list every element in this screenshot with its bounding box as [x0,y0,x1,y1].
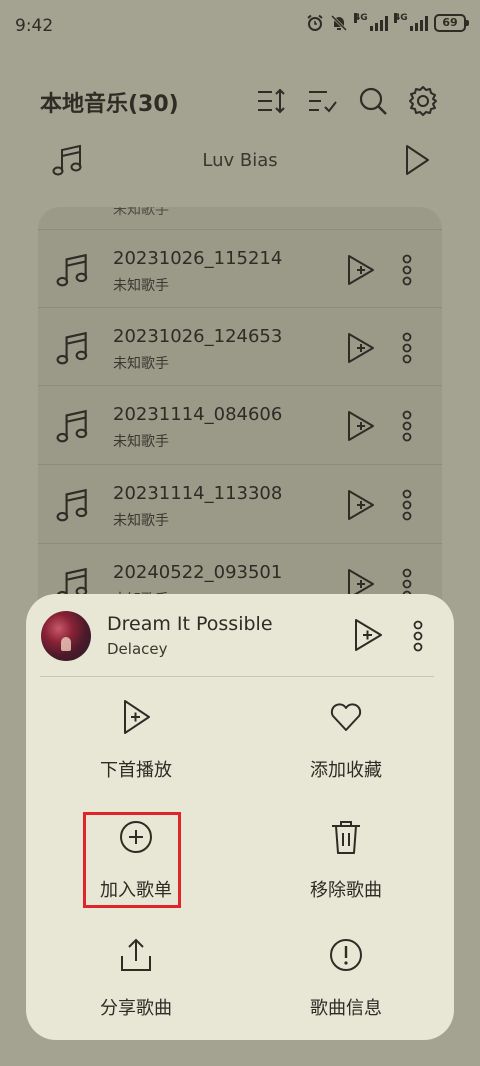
signal-1-icon: 4G [354,13,388,31]
favorite-button[interactable]: 添加收藏 [256,698,436,798]
more-icon[interactable] [400,330,414,366]
more-icon[interactable] [411,618,425,654]
song-name: 20231114_113308 [113,483,283,504]
heart-icon [330,703,362,731]
list-item[interactable]: 20231114_113308 未知歌手 [38,464,442,542]
song-artist: 未知歌手 [113,278,169,294]
info-icon [330,939,362,971]
signal-2-icon: 4G [394,13,428,31]
header: 本地音乐(30) [0,78,480,124]
battery-icon: 69 [434,14,469,32]
album-cover [41,611,91,661]
song-artist: 未知歌手 [113,356,169,372]
song-list: 未知歌手 20231026_115214 未知歌手 20231026_12465… [38,207,442,627]
sheet-song-name: Dream It Possible [107,613,273,635]
music-note-icon [56,253,88,287]
trash-icon [332,821,360,854]
status-time: 9:42 [15,16,54,36]
list-item-partial-artist: 未知歌手 [113,207,169,218]
network-type-1: 4G [354,13,368,23]
song-artist: 未知歌手 [113,513,169,529]
play-next-button[interactable]: 下首播放 [46,698,226,798]
now-playing-bar[interactable]: Luv Bias [0,138,480,182]
more-icon[interactable] [400,408,414,444]
remove-song-button[interactable]: 移除歌曲 [256,818,436,918]
sort-icon[interactable] [254,84,288,118]
play-next-icon[interactable] [343,487,379,523]
song-artist: 未知歌手 [113,434,169,450]
play-next-label: 下首播放 [100,760,172,781]
song-name: 20240522_093501 [113,562,283,583]
list-item[interactable]: 20231026_115214 未知歌手 [38,229,442,307]
music-note-icon [56,409,88,443]
play-next-icon[interactable] [343,408,379,444]
mute-bell-icon [330,14,348,32]
page-title: 本地音乐(30) [40,92,179,117]
play-next-icon[interactable] [343,252,379,288]
play-next-icon[interactable] [350,616,386,654]
remove-song-label: 移除歌曲 [310,880,382,901]
divider [40,676,434,677]
share-icon [121,938,151,971]
music-note-icon [56,488,88,522]
song-info-label: 歌曲信息 [310,998,382,1019]
music-note-icon [56,331,88,365]
share-button[interactable]: 分享歌曲 [46,936,226,1036]
highlight-box [83,812,181,908]
song-name: 20231026_115214 [113,248,283,269]
sheet-song-artist: Delacey [107,640,168,658]
multi-select-icon[interactable] [305,84,339,118]
play-next-icon[interactable] [343,330,379,366]
song-info-button[interactable]: 歌曲信息 [256,936,436,1036]
song-name: 20231114_084606 [113,404,283,425]
play-icon[interactable] [402,143,432,177]
share-label: 分享歌曲 [100,998,172,1019]
song-name: 20231026_124653 [113,326,283,347]
more-icon[interactable] [400,487,414,523]
status-bar: 9:42 4G 4G 69 [0,0,480,52]
status-icons: 4G 4G 69 [306,13,469,32]
song-action-sheet: Dream It Possible Delacey 下首播放 添加收藏 加入歌单… [26,594,454,1040]
gear-icon[interactable] [406,84,440,118]
play-next-icon [124,700,150,734]
favorite-label: 添加收藏 [310,760,382,781]
list-item[interactable]: 20231114_084606 未知歌手 [38,385,442,463]
alarm-icon [307,14,323,31]
list-item[interactable]: 20231026_124653 未知歌手 [38,307,442,385]
network-type-2: 4G [394,13,408,23]
more-icon[interactable] [400,252,414,288]
search-icon[interactable] [356,84,390,118]
